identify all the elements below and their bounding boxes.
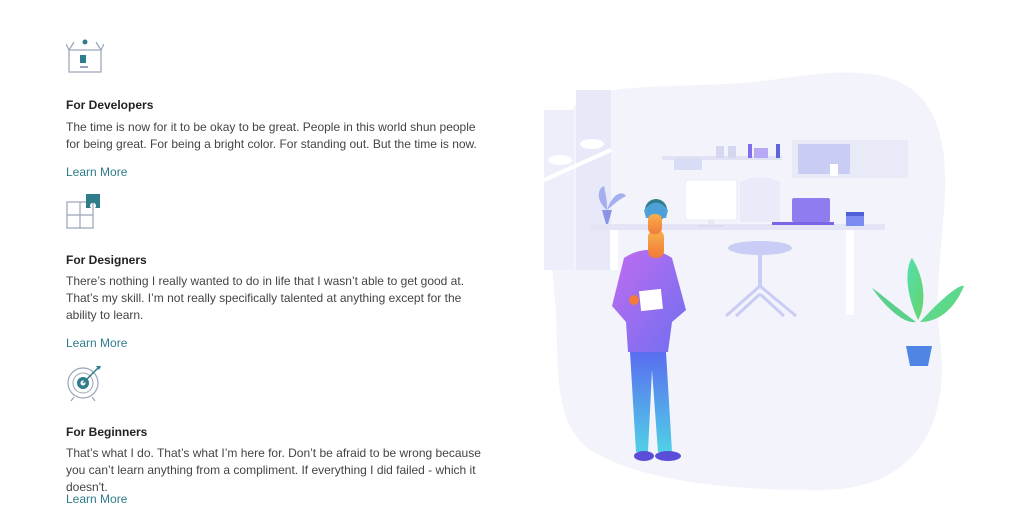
- open-box-icon: [66, 39, 104, 73]
- learn-more-link[interactable]: Learn More: [66, 165, 127, 179]
- features-page: For Developers The time is now for it to…: [0, 0, 1024, 520]
- puzzle-icon: [66, 194, 100, 229]
- learn-more-link[interactable]: Learn More: [66, 492, 127, 506]
- monitor: [684, 179, 738, 221]
- desk: [590, 224, 885, 230]
- feature-title: For Designers: [66, 253, 147, 267]
- feature-description: That’s what I do. That’s what I’m here f…: [66, 446, 481, 494]
- feature-beginners: For Beginners That’s what I do. That’s w…: [66, 364, 496, 514]
- feature-description: There’s nothing I really wanted to do in…: [66, 274, 465, 322]
- window: [576, 90, 611, 270]
- feature-title: For Beginners: [66, 425, 148, 439]
- floor-plant: [906, 346, 932, 366]
- chair: [740, 177, 780, 222]
- feature-title: For Developers: [66, 98, 154, 112]
- laptop: [792, 198, 830, 222]
- feature-developers: For Developers The time is now for it to…: [66, 38, 496, 188]
- feature-designers: For Designers There’s nothing I really w…: [66, 192, 496, 352]
- feature-description: The time is now for it to be okay to be …: [66, 120, 477, 151]
- office-illustration: [543, 72, 964, 491]
- target-icon: [67, 366, 101, 402]
- learn-more-link[interactable]: Learn More: [66, 336, 127, 350]
